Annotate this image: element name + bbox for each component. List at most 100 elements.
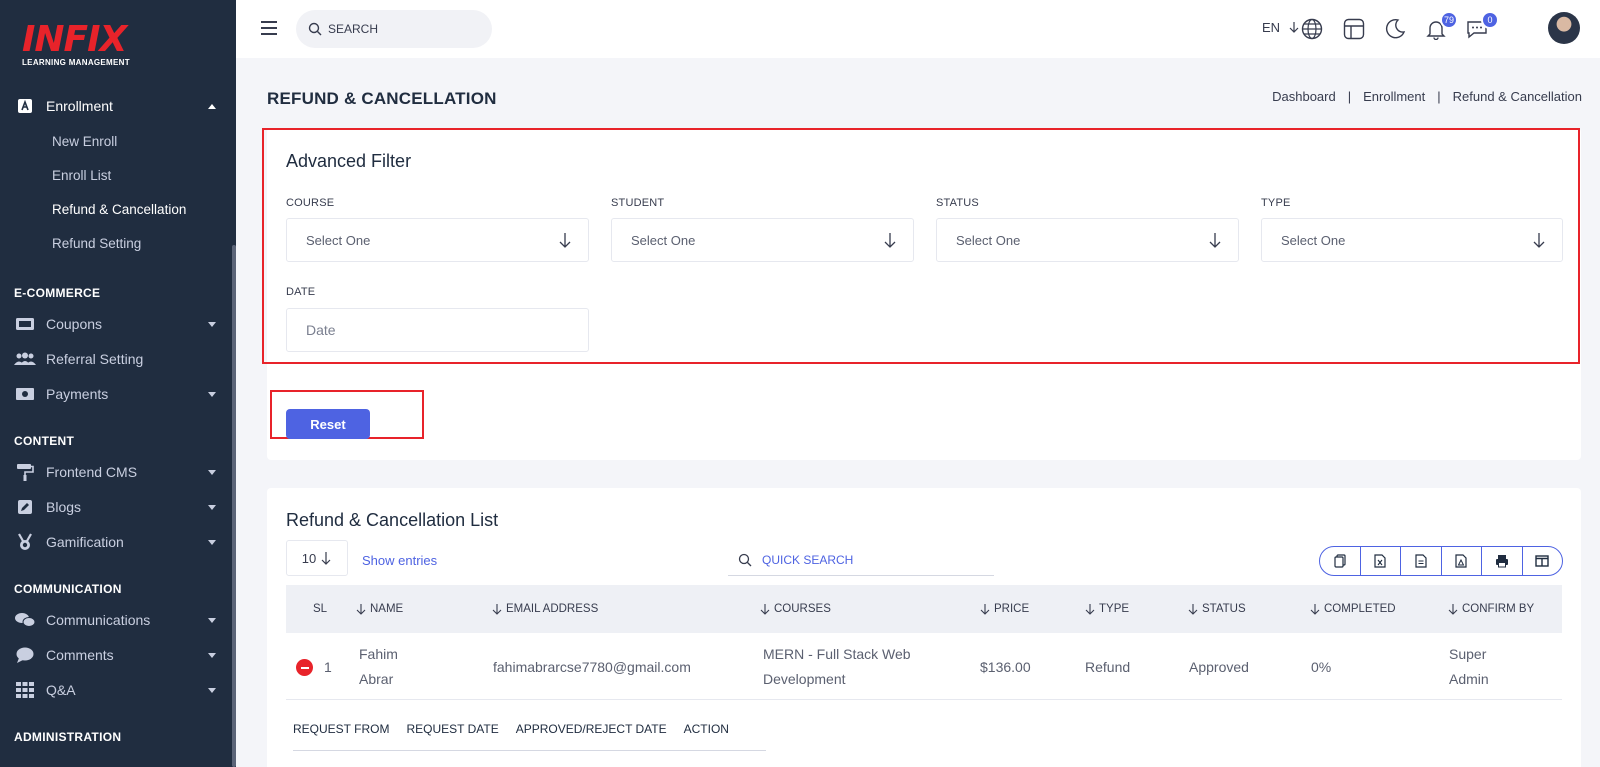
- show-entries-label: Show entries: [362, 553, 438, 568]
- sidebar-item-enrollment[interactable]: Enrollment: [14, 94, 220, 118]
- breadcrumb-separator: |: [1437, 89, 1441, 104]
- column-header-label: CONFIRM BY: [1462, 603, 1535, 615]
- cell-name: Fahim Abrar: [359, 642, 398, 692]
- avatar[interactable]: [1548, 12, 1580, 44]
- cell-email: fahimabrarcse7780@gmail.com: [493, 659, 691, 675]
- language-value: EN: [1262, 20, 1281, 35]
- column-header-confirm-by[interactable]: CONFIRM BY: [1448, 603, 1534, 615]
- print-button[interactable]: [1482, 547, 1523, 575]
- table-row: 1 Fahim Abrar fahimabrarcse7780@gmail.co…: [286, 634, 1562, 700]
- sort-arrow-icon: [492, 604, 502, 615]
- reset-button[interactable]: Reset: [286, 409, 370, 439]
- sidebar-item-gamification[interactable]: Gamification: [14, 530, 220, 554]
- csv-icon: [1415, 554, 1427, 568]
- cell-completed: 0%: [1311, 659, 1332, 675]
- sidebar-subitem-refund-setting[interactable]: Refund Setting: [52, 236, 141, 256]
- cell-confirm-line: Admin: [1449, 671, 1489, 687]
- quick-search-input[interactable]: [762, 552, 962, 567]
- sidebar-item-label: Frontend CMS: [46, 464, 138, 480]
- column-header-status[interactable]: STATUS: [1188, 603, 1246, 615]
- global-search[interactable]: [296, 10, 492, 48]
- collapse-row-icon[interactable]: [296, 659, 313, 676]
- breadcrumb-dashboard[interactable]: Dashboard: [1272, 89, 1336, 104]
- comment-icon: [14, 646, 36, 664]
- chat-bubbles-icon: [14, 611, 36, 629]
- breadcrumb-enrollment[interactable]: Enrollment: [1363, 89, 1425, 104]
- sidebar-item-payments[interactable]: Payments: [14, 382, 220, 406]
- sort-arrow-icon: [1310, 604, 1320, 615]
- language-select[interactable]: EN: [1262, 20, 1300, 35]
- cell-course-line: Development: [763, 671, 846, 687]
- sort-arrow-icon: [356, 604, 366, 615]
- sidebar-subitem-new-enroll[interactable]: New Enroll: [52, 134, 117, 154]
- brand-logo[interactable]: INFIX LEARNING MANAGEMENT: [22, 20, 130, 68]
- type-label: TYPE: [1261, 197, 1291, 209]
- sidebar-item-label: Payments: [46, 386, 109, 402]
- child-row-header: REQUEST FROM REQUEST DATE APPROVED/REJEC…: [293, 722, 729, 736]
- sidebar-item-label: Blogs: [46, 499, 82, 515]
- status-label: STATUS: [936, 197, 979, 209]
- menu-toggle-icon[interactable]: [261, 21, 277, 35]
- column-header-label: EMAIL ADDRESS: [506, 603, 599, 615]
- status-select-value: Select One: [956, 232, 1021, 248]
- section-ecommerce: E-COMMERCE: [14, 286, 101, 300]
- dark-mode-icon[interactable]: [1382, 16, 1408, 42]
- notification-badge: 79: [1440, 11, 1458, 29]
- chevron-down-icon: [208, 391, 216, 397]
- breadcrumb-separator: |: [1347, 89, 1352, 104]
- sidebar-item-comments[interactable]: Comments: [14, 643, 220, 667]
- sidebar-item-qa[interactable]: Q&A: [14, 678, 220, 702]
- quick-search[interactable]: [728, 544, 994, 576]
- csv-button[interactable]: [1401, 547, 1442, 575]
- column-header-price[interactable]: PRICE: [980, 603, 1029, 615]
- globe-icon[interactable]: [1299, 16, 1325, 42]
- sidebar-scrollbar[interactable]: [232, 245, 236, 767]
- pdf-button[interactable]: [1442, 547, 1482, 575]
- status-select[interactable]: Select One: [936, 218, 1239, 262]
- cell-course: MERN - Full Stack Web Development: [763, 642, 911, 692]
- column-header-email[interactable]: EMAIL ADDRESS: [492, 603, 598, 615]
- sidebar-item-label: Communications: [46, 612, 151, 628]
- student-select[interactable]: Select One: [611, 218, 914, 262]
- arrow-down-icon: [321, 552, 331, 565]
- arrow-down-icon: [1533, 233, 1545, 248]
- ticket-icon: [14, 315, 36, 333]
- column-header-sl[interactable]: SL: [313, 603, 327, 615]
- sidebar-subitem-refund-cancellation[interactable]: Refund & Cancellation: [52, 202, 186, 222]
- copy-icon: [1334, 554, 1346, 568]
- sidebar-item-frontend-cms[interactable]: Frontend CMS: [14, 460, 220, 484]
- grid-icon: [14, 681, 36, 699]
- sidebar-subitem-enroll-list[interactable]: Enroll List: [52, 168, 111, 188]
- notification-bell-icon[interactable]: 79: [1423, 11, 1458, 42]
- excel-button[interactable]: [1361, 547, 1401, 575]
- cell-price: $136.00: [980, 659, 1031, 675]
- sidebar-item-blogs[interactable]: Blogs: [14, 495, 220, 519]
- course-select-value: Select One: [306, 232, 371, 248]
- column-header-label: NAME: [370, 603, 404, 615]
- sort-arrow-icon: [1188, 604, 1198, 615]
- excel-icon: [1374, 554, 1386, 568]
- section-content: CONTENT: [14, 434, 75, 448]
- edit-icon: [14, 498, 36, 516]
- sidebar-item-coupons[interactable]: Coupons: [14, 312, 220, 336]
- column-header-type[interactable]: TYPE: [1085, 603, 1129, 615]
- sidebar-item-referral-setting[interactable]: Referral Setting: [14, 347, 220, 371]
- search-input[interactable]: [328, 22, 478, 36]
- column-header-courses[interactable]: COURSES: [760, 603, 831, 615]
- course-select[interactable]: Select One: [286, 218, 589, 262]
- message-icon[interactable]: 0: [1464, 11, 1499, 42]
- sidebar-item-communications[interactable]: Communications: [14, 608, 220, 632]
- sidebar-item-label: Coupons: [46, 316, 103, 332]
- layout-icon[interactable]: [1341, 16, 1367, 42]
- entries-select[interactable]: 10: [286, 540, 348, 576]
- type-select-value: Select One: [1281, 232, 1346, 248]
- column-header-completed[interactable]: COMPLETED: [1310, 603, 1396, 615]
- column-header-name[interactable]: NAME: [356, 603, 403, 615]
- column-header-label: COURSES: [774, 603, 831, 615]
- date-input[interactable]: Date: [286, 308, 589, 352]
- sidebar-item-label: Comments: [46, 647, 114, 663]
- type-select[interactable]: Select One: [1261, 218, 1563, 262]
- copy-button[interactable]: [1320, 547, 1361, 575]
- chevron-down-icon: [208, 504, 216, 510]
- column-visibility-button[interactable]: [1523, 547, 1563, 575]
